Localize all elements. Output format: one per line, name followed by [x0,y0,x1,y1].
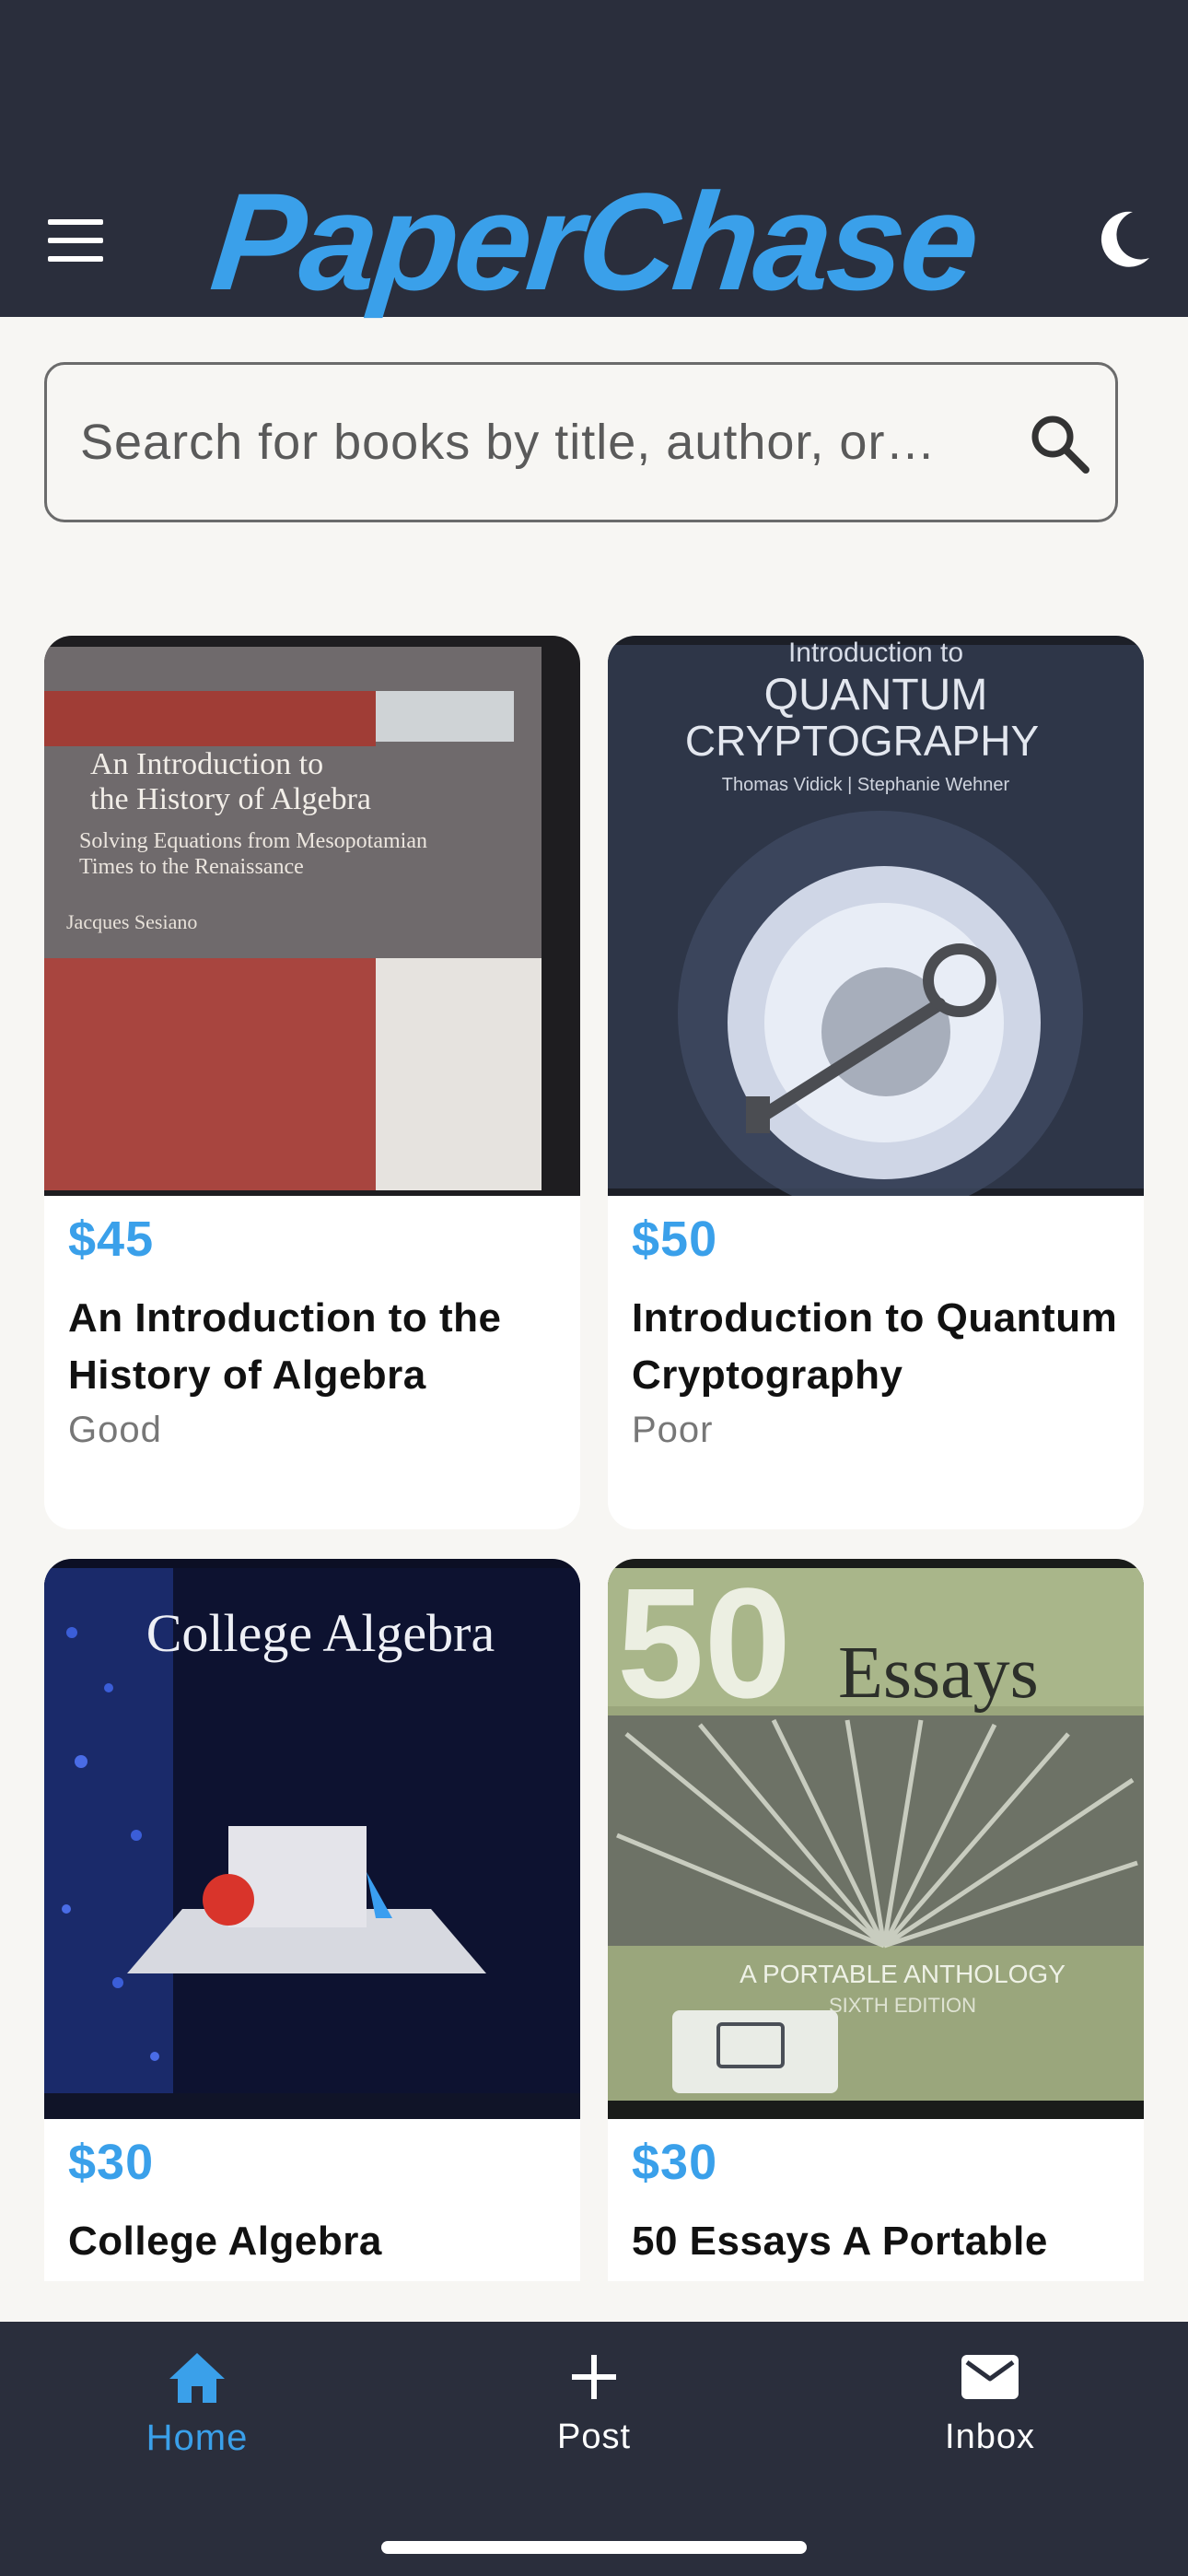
search-bar [44,362,1118,522]
cover-title-line1: An Introduction to [90,747,323,781]
listing-card[interactable]: Introduction to QUANTUM CRYPTOGRAPHY Tho… [608,636,1144,1529]
tab-post[interactable]: Post [502,2349,686,2497]
listing-card[interactable]: College Algebra $30 College Algebra [44,1559,580,2281]
listing-card[interactable]: 50 Essays A PORTABLE ANTHOLOGY SIXTH EDI… [608,1559,1144,2281]
book-cover-image: College Algebra [44,1559,580,2119]
search-icon[interactable] [1027,411,1093,477]
listing-price: $50 [632,1212,718,1267]
listing-price: $45 [68,1212,155,1267]
cover-title: Essays [838,1633,1039,1714]
listing-title: College Algebra [68,2219,382,2264]
cover-subtitle-line2: Times to the Renaissance [79,855,304,879]
listing-title: An Introduction to the History of Algebr… [68,1295,502,1398]
plus-icon [572,2355,616,2399]
tab-post-label: Post [556,2418,632,2456]
cover-title-line0: Introduction to [788,638,963,668]
listing-condition: Good [68,1410,162,1450]
tab-home[interactable]: Home [105,2349,289,2497]
cover-title-line1: QUANTUM [764,671,988,720]
cover-title-line2: the History of Algebra [90,782,371,816]
book-cover-image: 50 Essays A PORTABLE ANTHOLOGY SIXTH EDI… [608,1559,1144,2119]
listing-title: 50 Essays A Portable [632,2219,1048,2264]
search-input[interactable] [80,365,1010,520]
home-indicator [381,2541,807,2554]
bottom-tab-bar: Home Post Inbox [0,2322,1188,2576]
book-cover-image: Introduction to QUANTUM CRYPTOGRAPHY Tho… [608,636,1144,1196]
cover-author: Jacques Sesiano [66,910,197,933]
cover-subtitle: A PORTABLE ANTHOLOGY [740,1960,1066,1988]
tab-inbox-label: Inbox [945,2418,1035,2456]
tab-home-label: Home [146,2418,249,2458]
listing-condition: Poor [632,1410,714,1450]
cover-title: College Algebra [146,1603,495,1663]
dark-mode-moon-icon[interactable] [1096,210,1151,269]
mail-icon [961,2355,1019,2399]
home-icon [169,2353,225,2403]
tab-inbox[interactable]: Inbox [898,2349,1082,2497]
cover-number: 50 [617,1559,791,1731]
listing-card[interactable]: An Introduction to the History of Algebr… [44,636,580,1529]
cover-title-line2: CRYPTOGRAPHY [685,717,1039,765]
listing-price: $30 [632,2135,718,2190]
listing-title: Introduction to Quantum Cryptography [632,1295,1118,1398]
book-cover-image: An Introduction to the History of Algebr… [44,636,580,1196]
listing-price: $30 [68,2135,155,2190]
cover-author: Thomas Vidick | Stephanie Wehner [722,775,1010,795]
app-header: PaperChase [0,0,1188,319]
cover-subtitle-line1: Solving Equations from Mesopotamian [79,829,427,853]
listing-grid: An Introduction to the History of Algebr… [44,636,1144,2281]
app-logo: PaperChase [204,164,984,319]
cover-edition: SIXTH EDITION [829,1994,976,2017]
